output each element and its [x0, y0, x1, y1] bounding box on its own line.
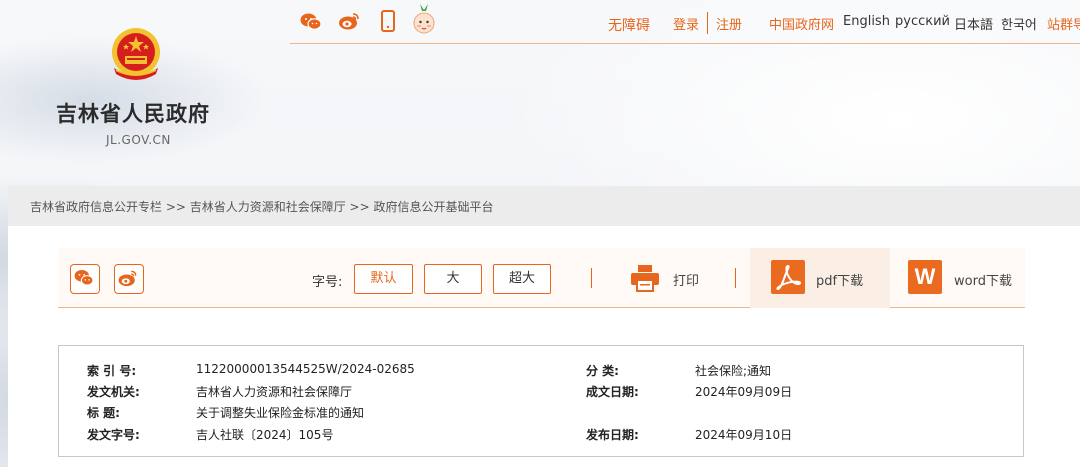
written-date-value: 2024年09月09日	[695, 385, 793, 399]
title-value: 关于调整失业保险金标准的通知	[196, 406, 365, 420]
title-key: 标 题:	[87, 406, 120, 420]
word-icon[interactable]: W	[908, 260, 942, 294]
wechat-icon	[74, 269, 94, 286]
category-key: 分 类:	[586, 364, 619, 378]
pdf-download-label[interactable]: pdf下载	[816, 270, 863, 289]
publish-date-value: 2024年09月10日	[695, 428, 793, 442]
font-large-button[interactable]: 大	[424, 264, 482, 294]
font-size-label: 字号:	[312, 275, 343, 290]
header-divider	[290, 43, 1080, 44]
index-number-key: 索 引 号:	[87, 364, 137, 378]
issuer-value: 吉林省人力资源和社会保障厅	[196, 385, 353, 399]
national-emblem-icon	[112, 28, 160, 80]
acrobat-icon	[776, 264, 802, 291]
mascot-icon[interactable]	[412, 2, 436, 36]
font-default-button[interactable]: 默认	[354, 264, 413, 294]
index-number-value: 11220000013544525W/2024-02685	[196, 362, 415, 376]
publish-date-key: 发布日期:	[586, 428, 639, 442]
share-weibo-button[interactable]	[114, 264, 144, 294]
print-label[interactable]: 打印	[673, 270, 699, 289]
site-domain: JL.GOV.CN	[106, 133, 171, 147]
weibo-icon	[118, 270, 137, 287]
china-gov-link[interactable]: 中国政府网	[769, 14, 834, 33]
login-link[interactable]: 登录	[673, 14, 699, 33]
japanese-link[interactable]: 日本語	[954, 14, 993, 33]
sitegroup-link[interactable]: 站群导	[1047, 14, 1080, 33]
nav-separator	[707, 12, 708, 34]
korean-link[interactable]: 한국어	[1001, 14, 1037, 33]
toolbar-separator	[735, 268, 736, 288]
word-download-label[interactable]: word下载	[954, 270, 1012, 289]
issuer-key: 发文机关:	[87, 385, 140, 399]
doc-number-key: 发文字号:	[87, 428, 140, 442]
weibo-icon[interactable]	[338, 11, 360, 31]
russian-link[interactable]: русский	[895, 14, 950, 29]
written-date-key: 成文日期:	[586, 385, 639, 399]
toolbar-separator	[591, 268, 592, 288]
accessibility-link[interactable]: 无障碍	[608, 15, 650, 35]
doc-number-value: 吉人社联〔2024〕105号	[196, 428, 334, 442]
register-link[interactable]: 注册	[716, 14, 742, 33]
printer-icon[interactable]	[630, 264, 660, 292]
mobile-icon[interactable]	[381, 10, 395, 32]
category-value: 社会保险;通知	[695, 364, 772, 378]
pdf-icon[interactable]	[771, 260, 805, 294]
font-xlarge-button[interactable]: 超大	[493, 264, 551, 294]
breadcrumb[interactable]: 吉林省政府信息公开专栏 >> 吉林省人力资源和社会保障厅 >> 政府信息公开基础…	[30, 198, 493, 215]
wechat-icon[interactable]	[300, 12, 322, 32]
share-wechat-button[interactable]	[70, 264, 100, 294]
site-name[interactable]: 吉林省人民政府	[56, 98, 210, 128]
english-link[interactable]: English	[843, 14, 890, 29]
